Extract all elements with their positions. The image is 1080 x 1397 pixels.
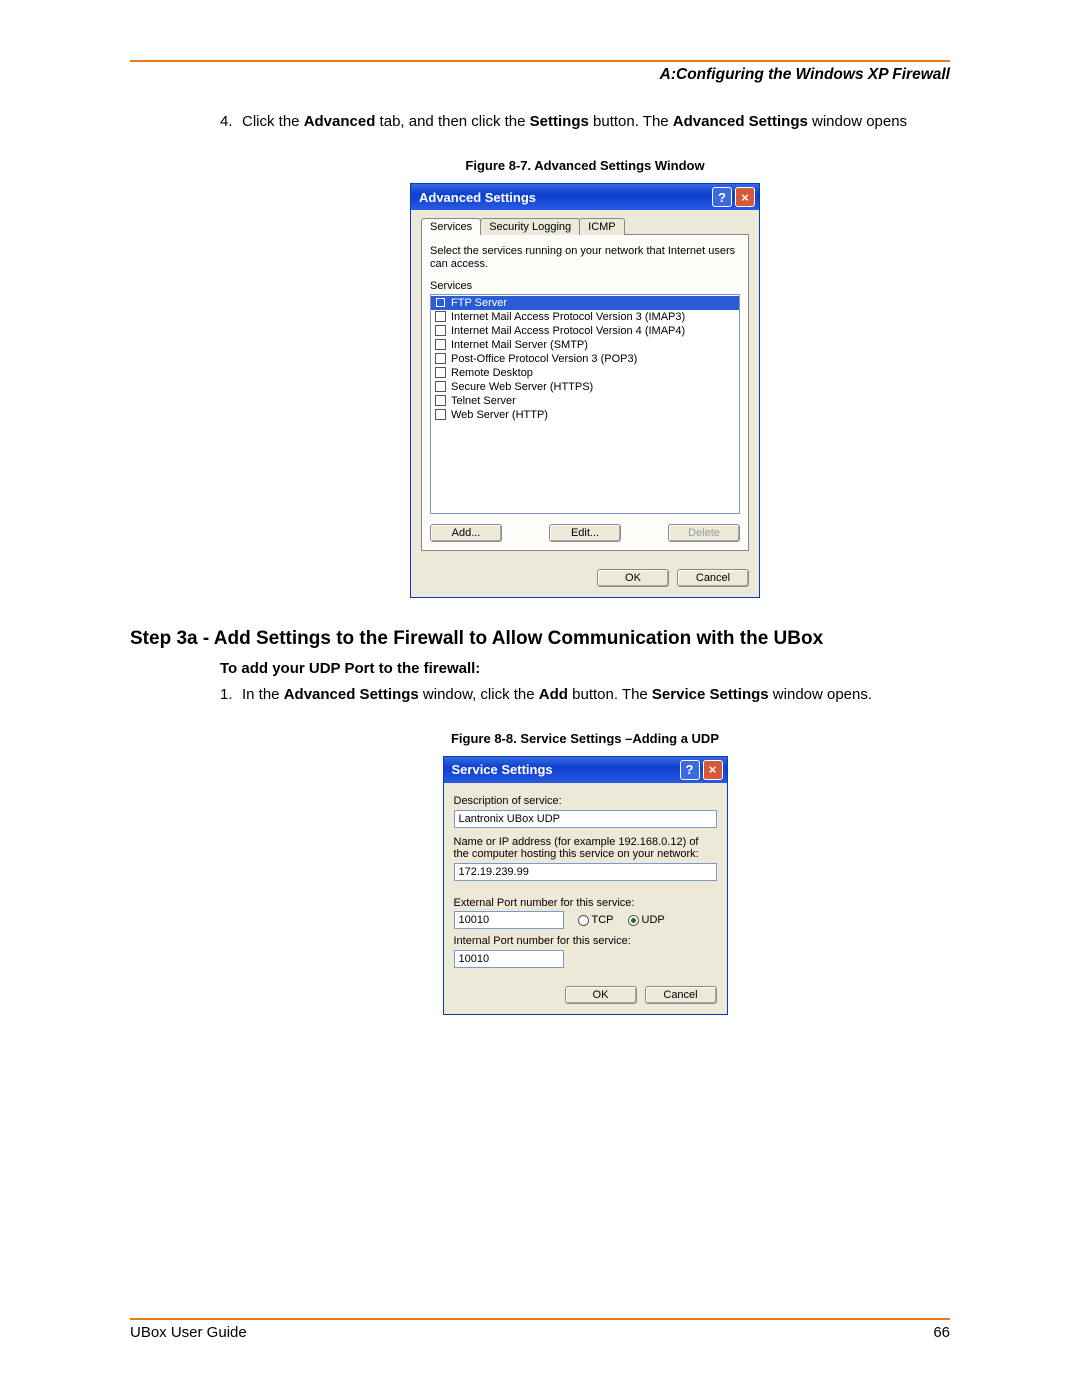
checkbox-icon[interactable]	[435, 381, 446, 392]
ok-button[interactable]: OK	[597, 569, 669, 587]
close-icon[interactable]: ×	[735, 187, 755, 207]
description-input[interactable]	[454, 810, 717, 828]
service-item[interactable]: Post-Office Protocol Version 3 (POP3)	[431, 352, 739, 366]
checkbox-icon[interactable]	[435, 367, 446, 378]
service-item[interactable]: Secure Web Server (HTTPS)	[431, 380, 739, 394]
checkbox-icon[interactable]	[435, 339, 446, 350]
cancel-button[interactable]: Cancel	[677, 569, 749, 587]
service-item[interactable]: Remote Desktop	[431, 366, 739, 380]
page-header: A:Configuring the Windows XP Firewall	[130, 66, 950, 84]
description-label: Description of service:	[454, 795, 717, 808]
internal-port-input[interactable]	[454, 950, 564, 968]
help-icon[interactable]: ?	[712, 187, 732, 207]
checkbox-icon[interactable]	[435, 325, 446, 336]
cancel-button[interactable]: Cancel	[645, 986, 717, 1004]
tab-services[interactable]: Services	[421, 218, 481, 235]
close-icon[interactable]: ×	[703, 760, 723, 780]
service-settings-dialog: Service Settings ? × Description of serv…	[443, 756, 728, 1015]
add-button[interactable]: Add...	[430, 524, 502, 542]
help-icon[interactable]: ?	[680, 760, 700, 780]
dialog-title: Advanced Settings	[419, 190, 536, 205]
radio-icon[interactable]	[578, 915, 589, 926]
footer-left: UBox User Guide	[130, 1324, 247, 1341]
external-port-label: External Port number for this service:	[454, 897, 717, 910]
services-label: Services	[430, 280, 740, 292]
tcp-radio[interactable]: TCP	[578, 914, 614, 926]
service-item[interactable]: Telnet Server	[431, 394, 739, 408]
service-item[interactable]: Web Server (HTTP)	[431, 408, 739, 422]
figure-8-7-caption: Figure 8-7. Advanced Settings Window	[220, 158, 950, 173]
checkbox-icon[interactable]	[435, 409, 446, 420]
step-1-text: 1.In the Advanced Settings window, click…	[220, 685, 950, 705]
tab-strip: Services Security Logging ICMP	[421, 218, 749, 235]
hint-text: Select the services running on your netw…	[430, 245, 740, 271]
address-label: Name or IP address (for example 192.168.…	[454, 836, 717, 861]
advanced-settings-dialog: Advanced Settings ? × Services Security …	[410, 183, 760, 597]
ok-button[interactable]: OK	[565, 986, 637, 1004]
address-input[interactable]	[454, 863, 717, 881]
titlebar[interactable]: Service Settings ? ×	[444, 757, 727, 783]
titlebar[interactable]: Advanced Settings ? ×	[411, 184, 759, 210]
internal-port-label: Internal Port number for this service:	[454, 935, 717, 948]
tab-icmp[interactable]: ICMP	[579, 218, 625, 235]
checkbox-icon[interactable]	[435, 297, 446, 308]
delete-button[interactable]: Delete	[668, 524, 740, 542]
service-item-ftp[interactable]: FTP Server	[431, 296, 739, 310]
section-heading-step3a: Step 3a - Add Settings to the Firewall t…	[130, 628, 950, 650]
checkbox-icon[interactable]	[435, 353, 446, 364]
external-port-input[interactable]	[454, 911, 564, 929]
checkbox-icon[interactable]	[435, 311, 446, 322]
services-listbox[interactable]: FTP Server Internet Mail Access Protocol…	[430, 294, 740, 514]
step-4-text: 4.Click the Advanced tab, and then click…	[220, 112, 950, 132]
tab-security-logging[interactable]: Security Logging	[480, 218, 580, 235]
page-number: 66	[933, 1324, 950, 1341]
service-item[interactable]: Internet Mail Access Protocol Version 3 …	[431, 310, 739, 324]
udp-radio[interactable]: UDP	[628, 914, 665, 926]
dialog-title: Service Settings	[452, 762, 553, 777]
edit-button[interactable]: Edit...	[549, 524, 621, 542]
radio-icon[interactable]	[628, 915, 639, 926]
checkbox-icon[interactable]	[435, 395, 446, 406]
sub-heading-udp: To add your UDP Port to the firewall:	[220, 660, 950, 677]
figure-8-8-caption: Figure 8-8. Service Settings –Adding a U…	[220, 731, 950, 746]
service-item[interactable]: Internet Mail Access Protocol Version 4 …	[431, 324, 739, 338]
service-item[interactable]: Internet Mail Server (SMTP)	[431, 338, 739, 352]
